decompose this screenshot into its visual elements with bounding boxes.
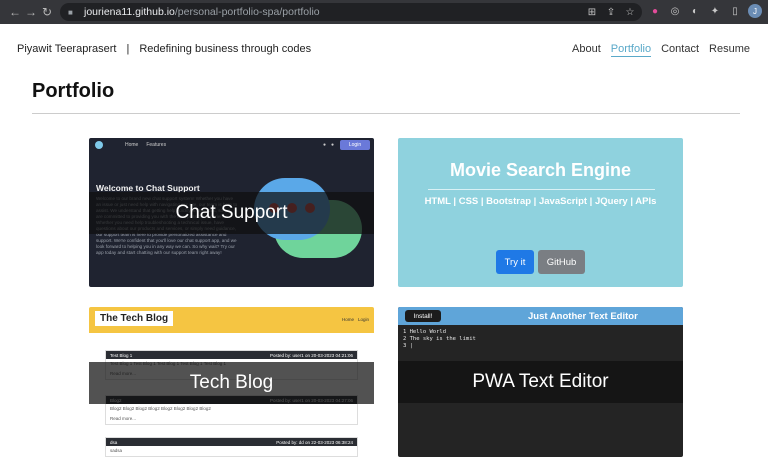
reload-icon[interactable]: ↻ bbox=[38, 3, 56, 21]
url-path: /personal-portfolio-spa/portfolio bbox=[174, 6, 320, 18]
address-bar[interactable]: ■ jouriena11.github.io/personal-portfoli… bbox=[60, 3, 642, 21]
nav-contact[interactable]: Contact bbox=[661, 43, 699, 57]
chat-preview-link: Features bbox=[146, 142, 167, 148]
chat-preview-link: Home bbox=[125, 142, 139, 148]
chat-discord-icon: ● bbox=[322, 142, 326, 148]
project-title: Movie Search Engine bbox=[449, 160, 632, 180]
compass-extension-icon[interactable]: ◎ bbox=[668, 4, 682, 18]
blog-post-header: Test Blog 1 Posted by: user1 on 20-03-202… bbox=[106, 351, 357, 359]
main-nav: About Portfolio Contact Resume bbox=[572, 43, 750, 57]
editor-code-area: 1 Hello World 2 The sky is the limit 3 | bbox=[403, 329, 476, 350]
chat-logo-icon bbox=[95, 141, 103, 149]
url-host: jouriena11.github.io bbox=[84, 6, 175, 18]
lock-icon: ■ bbox=[68, 7, 73, 17]
install-app-icon[interactable]: ⊞ bbox=[585, 5, 599, 19]
project-title: Tech Blog bbox=[89, 362, 374, 404]
blog-post: dsa Posted by: dd on 22-03-2023 06:38:24 … bbox=[105, 437, 358, 457]
blog-preview-link: Login bbox=[357, 317, 369, 322]
shield-extension-icon[interactable]: ◐ bbox=[688, 4, 702, 18]
brand-separator: | bbox=[126, 43, 130, 55]
share-icon[interactable]: ⇪ bbox=[604, 5, 618, 19]
project-card-chat-support[interactable]: Home Features ● ● Login Welcome to Chat … bbox=[89, 138, 374, 287]
project-title: PWA Text Editor bbox=[398, 361, 683, 403]
extensions-puzzle-icon[interactable]: ✦ bbox=[708, 4, 722, 18]
project-card-tech-blog[interactable]: The Tech Blog Home Login Test Blog 1 Post… bbox=[89, 307, 374, 457]
chat-login-button: Login bbox=[340, 140, 370, 150]
blog-post-title: Test Blog 1 bbox=[110, 352, 133, 358]
nav-about[interactable]: About bbox=[572, 43, 601, 57]
site-header: Piyawit Teeraprasert | Redefining business… bbox=[0, 24, 768, 74]
editor-preview-header: Install! Just Another Text Editor bbox=[398, 307, 683, 325]
site-owner-name: Piyawit Teeraprasert bbox=[17, 43, 117, 55]
blog-post-body: Blog2 Blog2 Blog2 Blog2 Blog2 Blog2 Blog… bbox=[110, 406, 211, 411]
site-tagline: Redefining business through codes bbox=[139, 43, 312, 55]
color-extension-icon[interactable]: ● bbox=[648, 4, 662, 18]
project-card-text-editor[interactable]: Install! Just Another Text Editor 1 Hell… bbox=[398, 307, 683, 457]
title-divider bbox=[32, 113, 740, 114]
blog-preview-nav: Home Login bbox=[342, 317, 369, 322]
code-line: 1 Hello World bbox=[403, 329, 447, 335]
nav-portfolio[interactable]: Portfolio bbox=[610, 43, 652, 57]
bookmark-star-icon[interactable]: ☆ bbox=[623, 5, 637, 19]
blog-post-title: dsa bbox=[110, 439, 118, 445]
code-line: 3 | bbox=[403, 343, 413, 349]
try-it-button[interactable]: Try it bbox=[496, 250, 534, 274]
blog-brand: The Tech Blog bbox=[95, 311, 174, 326]
editor-preview-title: Just Another Text Editor bbox=[528, 311, 638, 322]
brand: Piyawit Teeraprasert | Redefining business… bbox=[17, 43, 311, 55]
chat-preview-nav: Home Features ● ● Login bbox=[89, 138, 374, 152]
code-line: 2 The sky is the limit bbox=[403, 336, 476, 342]
address-bar-actions: ⊞ ⇪ ☆ bbox=[585, 4, 637, 20]
nav-resume[interactable]: Resume bbox=[709, 43, 750, 57]
chat-github-icon: ● bbox=[330, 142, 334, 148]
blog-post-meta: Posted by: dd on 22-03-2023 06:38:24 bbox=[276, 439, 353, 445]
blog-post-meta: Posted by: user1 on 20-03-2023 04:21:06 bbox=[269, 352, 353, 358]
blog-preview-link: Home bbox=[341, 317, 354, 322]
blog-read-more: Read more... bbox=[110, 416, 137, 421]
project-card-movie-search: Movie Search Engine HTML | CSS | Bootstr… bbox=[398, 138, 683, 287]
blog-preview-header: The Tech Blog Home Login bbox=[89, 307, 374, 333]
github-button[interactable]: GitHub bbox=[538, 250, 585, 274]
project-tech-stack: HTML | CSS | Bootstrap | JavaScript | JQ… bbox=[424, 196, 657, 207]
project-title: Chat Support bbox=[89, 192, 374, 234]
extensions-area: ● ◎ ◐ ✦ ▯ J bbox=[648, 4, 762, 18]
side-panel-icon[interactable]: ▯ bbox=[728, 4, 742, 18]
install-button: Install! bbox=[405, 310, 441, 322]
blog-post-body: sadsa bbox=[110, 448, 123, 453]
browser-toolbar: ← → ↻ ■ jouriena11.github.io/personal-po… bbox=[0, 0, 768, 24]
movie-divider bbox=[428, 189, 655, 190]
page-title: Portfolio bbox=[32, 80, 115, 102]
profile-avatar[interactable]: J bbox=[748, 4, 762, 18]
blog-post-header: dsa Posted by: dd on 22-03-2023 06:38:24 bbox=[106, 438, 357, 446]
